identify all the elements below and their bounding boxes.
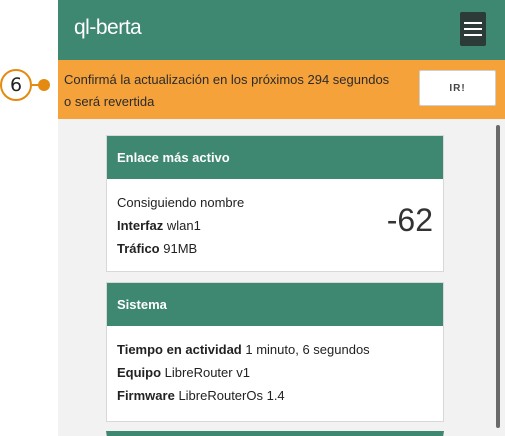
- traffic-value: 91MB: [163, 241, 198, 256]
- card-body: Consiguiendo nombre Interfaz wlan1 Tráfi…: [107, 179, 443, 272]
- banner-message: Confirmá la actualización en los próximo…: [64, 72, 390, 109]
- link-hostname: Consiguiendo nombre: [117, 195, 245, 210]
- device-label: Equipo: [117, 365, 162, 380]
- main-content: Enlace más activo Consiguiendo nombre In…: [58, 119, 505, 436]
- content-scrollbar[interactable]: [496, 125, 500, 428]
- traffic-label: Tráfico: [117, 241, 160, 256]
- device-value: LibreRouter v1: [164, 365, 250, 380]
- firmware-value: LibreRouterOs 1.4: [178, 388, 285, 403]
- card-title: Enlace más activo: [107, 136, 443, 179]
- annotation-dot: [38, 79, 50, 91]
- card-title: Sistema: [107, 283, 443, 326]
- app-title: ql-berta: [74, 16, 142, 39]
- interface-row: Interfaz wlan1: [117, 214, 433, 237]
- hamburger-menu-icon[interactable]: [460, 12, 486, 46]
- uptime-row: Tiempo en actividad 1 minuto, 6 segundos: [117, 338, 433, 361]
- interface-value: wlan1: [166, 218, 201, 233]
- traffic-row: Tráfico 91MB: [117, 237, 433, 260]
- app-header: ql-berta: [58, 0, 505, 60]
- next-card-partial: [106, 431, 444, 436]
- signal-strength: -62: [386, 202, 433, 238]
- uptime-label: Tiempo en actividad: [117, 342, 242, 357]
- firmware-label: Firmware: [117, 388, 175, 403]
- most-active-link-card: Enlace más activo Consiguiendo nombre In…: [106, 135, 444, 272]
- uptime-value: 1 minuto, 6 segundos: [245, 342, 370, 357]
- annotation-marker: 6: [0, 69, 32, 101]
- card-body: Tiempo en actividad 1 minuto, 6 segundos…: [107, 326, 443, 419]
- system-card: Sistema Tiempo en actividad 1 minuto, 6 …: [106, 282, 444, 422]
- device-row: Equipo LibreRouter v1: [117, 361, 433, 384]
- app-window: ql-berta Confirmá la actualización en lo…: [58, 0, 505, 436]
- confirm-upgrade-button[interactable]: IR!: [419, 70, 496, 106]
- interface-label: Interfaz: [117, 218, 164, 233]
- firmware-row: Firmware LibreRouterOs 1.4: [117, 384, 433, 407]
- upgrade-confirm-banner: Confirmá la actualización en los próximo…: [58, 60, 505, 119]
